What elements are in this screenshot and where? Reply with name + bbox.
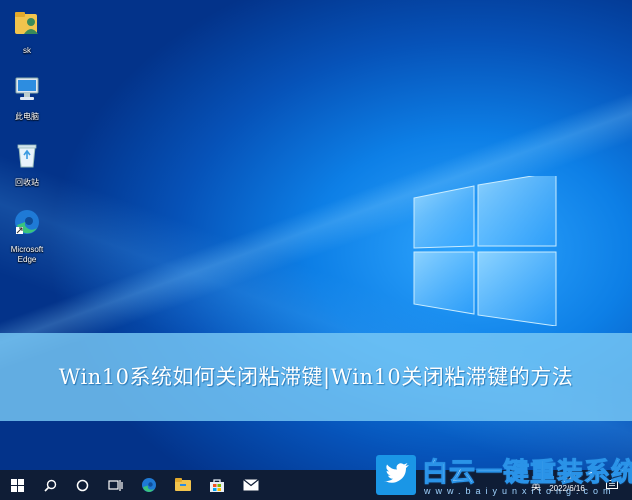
search-button[interactable] — [34, 470, 66, 500]
taskbar-store[interactable] — [200, 470, 234, 500]
title-banner: Win10系统如何关闭粘滞键|Win10关闭粘滞键的方法 — [0, 333, 632, 421]
desktop-icon-label: sk — [23, 46, 31, 55]
mail-icon — [243, 479, 259, 491]
edge-icon — [142, 478, 156, 492]
bird-icon — [384, 463, 409, 483]
edge-icon — [15, 210, 39, 234]
task-view-icon — [107, 479, 123, 491]
desktop-icon-user[interactable]: sk — [5, 8, 49, 56]
taskbar-mail[interactable] — [234, 470, 268, 500]
desktop-icon-recycle-bin[interactable]: 回收站 — [5, 140, 49, 188]
search-icon — [43, 479, 56, 492]
twitter-bird-logo — [376, 455, 416, 495]
desktop-icon-label: 回收站 — [15, 178, 39, 187]
desktop-icon-this-pc[interactable]: 此电脑 — [5, 74, 49, 122]
start-button[interactable] — [0, 470, 34, 500]
desktop-icon-edge[interactable]: Microsoft Edge — [5, 207, 49, 265]
user-folder-icon — [15, 12, 38, 34]
task-view-button[interactable] — [98, 470, 132, 500]
watermark-brand: 白云一键重装系统 — [421, 457, 632, 488]
cortana-icon — [76, 479, 88, 491]
windows-start-icon — [10, 478, 24, 492]
watermark-url: www.baiyunxitong.com — [424, 486, 616, 496]
taskbar-file-explorer[interactable] — [166, 470, 200, 500]
banner-title: Win10系统如何关闭粘滞键|Win10关闭粘滞键的方法 — [58, 365, 574, 389]
computer-icon — [15, 77, 39, 100]
desktop-icon-label: 此电脑 — [15, 112, 39, 121]
recycle-bin-icon — [17, 144, 37, 168]
windows-logo-wallpaper — [413, 176, 557, 326]
store-icon — [210, 478, 224, 492]
file-explorer-icon — [175, 478, 191, 491]
watermark: 白云一键重装系统 www.baiyunxitong.com — [376, 450, 632, 500]
desktop-icon-label: Microsoft Edge — [10, 245, 44, 264]
cortana-button[interactable] — [66, 470, 98, 500]
taskbar-edge[interactable] — [132, 470, 166, 500]
